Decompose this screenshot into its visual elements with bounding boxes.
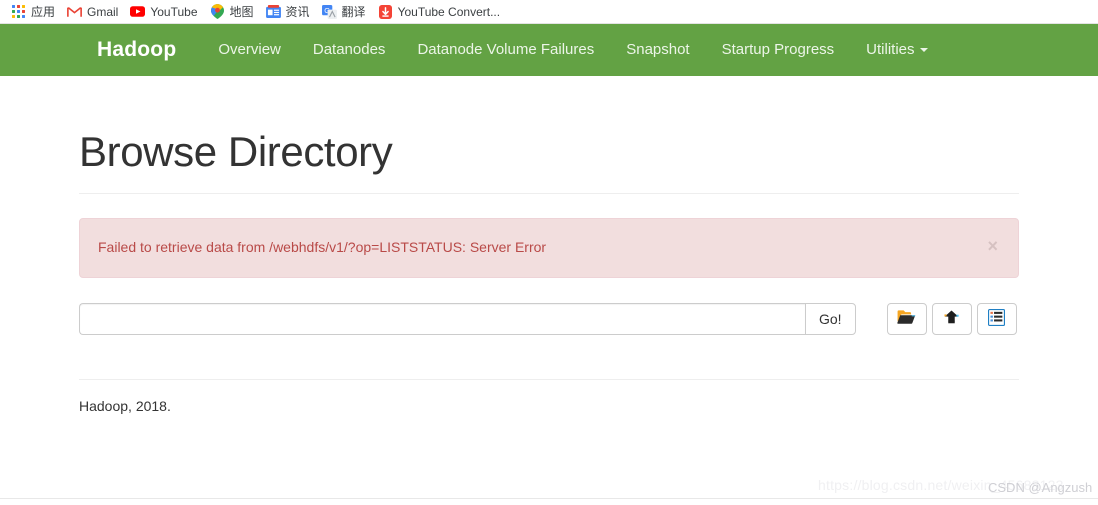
bookmark-label: 翻译: [341, 5, 366, 19]
bookmark-youtube[interactable]: YouTube: [125, 3, 204, 20]
nav-link-startup-progress[interactable]: Startup Progress: [706, 24, 851, 76]
hadoop-navbar: Hadoop Overview Datanodes Datanode Volum…: [0, 24, 1098, 76]
bookmark-label: Gmail: [87, 4, 119, 19]
google-news-icon: [265, 4, 281, 19]
go-button[interactable]: Go!: [805, 302, 856, 335]
create-directory-button[interactable]: [886, 302, 927, 335]
bookmark-youtube-convert[interactable]: YouTube Convert...: [373, 3, 508, 20]
error-alert-message: Failed to retrieve data from /webhdfs/v1…: [98, 239, 547, 255]
chevron-down-icon: [919, 48, 928, 53]
bookmark-label: YouTube: [150, 4, 198, 19]
google-maps-pin-icon: [210, 4, 225, 19]
watermark-tag: CSDN @Angzush: [988, 480, 1093, 495]
page-container: Browse Directory Failed to retrieve data…: [79, 76, 1019, 414]
cloud-upload-icon: [942, 309, 961, 328]
navbar-brand[interactable]: Hadoop: [97, 38, 176, 62]
nav-link-snapshot[interactable]: Snapshot: [610, 24, 705, 76]
bookmark-news[interactable]: 资讯: [261, 2, 317, 21]
nav-link-datanode-volume-failures[interactable]: Datanode Volume Failures: [401, 24, 610, 76]
path-input-group: Go!: [79, 302, 856, 335]
browser-bookmarks-bar: 应用 Gmail YouTube 地图 资讯 G 翻译 YouTube Conv…: [0, 0, 1098, 24]
tool-button-group: [886, 302, 1017, 335]
title-divider: [79, 193, 1019, 194]
footer-text: Hadoop, 2018.: [79, 397, 171, 414]
google-translate-icon: G: [321, 4, 337, 19]
apps-grid-icon: [11, 4, 26, 19]
folder-open-icon: [897, 309, 916, 328]
watermark-url: https://blog.csdn.net/weixin_45688123: [818, 477, 1064, 493]
upload-files-button[interactable]: [931, 302, 972, 335]
bookmark-label: 资讯: [285, 5, 310, 19]
cut-paste-button[interactable]: [976, 302, 1017, 335]
gmail-icon: [67, 4, 82, 19]
bookmark-label: 地图: [229, 5, 254, 19]
page-bottom-edge: [0, 498, 1098, 505]
bookmark-label: 应用: [31, 5, 56, 19]
youtube-icon: [130, 4, 146, 19]
error-alert: Failed to retrieve data from /webhdfs/v1…: [79, 218, 1019, 278]
close-icon[interactable]: ×: [981, 236, 1004, 256]
download-icon: [378, 4, 393, 19]
navbar-links: Overview Datanodes Datanode Volume Failu…: [202, 24, 943, 76]
bookmark-apps[interactable]: 应用: [6, 2, 62, 21]
list-document-icon: [988, 308, 1006, 329]
bookmark-gmail[interactable]: Gmail: [62, 3, 125, 20]
page-title: Browse Directory: [79, 128, 393, 175]
nav-link-utilities-label: Utilities: [866, 41, 915, 58]
search-input[interactable]: [79, 302, 805, 335]
bookmark-label: YouTube Convert...: [397, 4, 501, 19]
bookmark-maps[interactable]: 地图: [205, 2, 261, 21]
path-browse-row: Go!: [79, 302, 1019, 335]
nav-link-datanodes[interactable]: Datanodes: [297, 24, 402, 76]
nav-link-overview[interactable]: Overview: [202, 24, 297, 76]
bookmark-translate[interactable]: G 翻译: [317, 2, 373, 21]
nav-link-utilities[interactable]: Utilities: [850, 24, 943, 76]
